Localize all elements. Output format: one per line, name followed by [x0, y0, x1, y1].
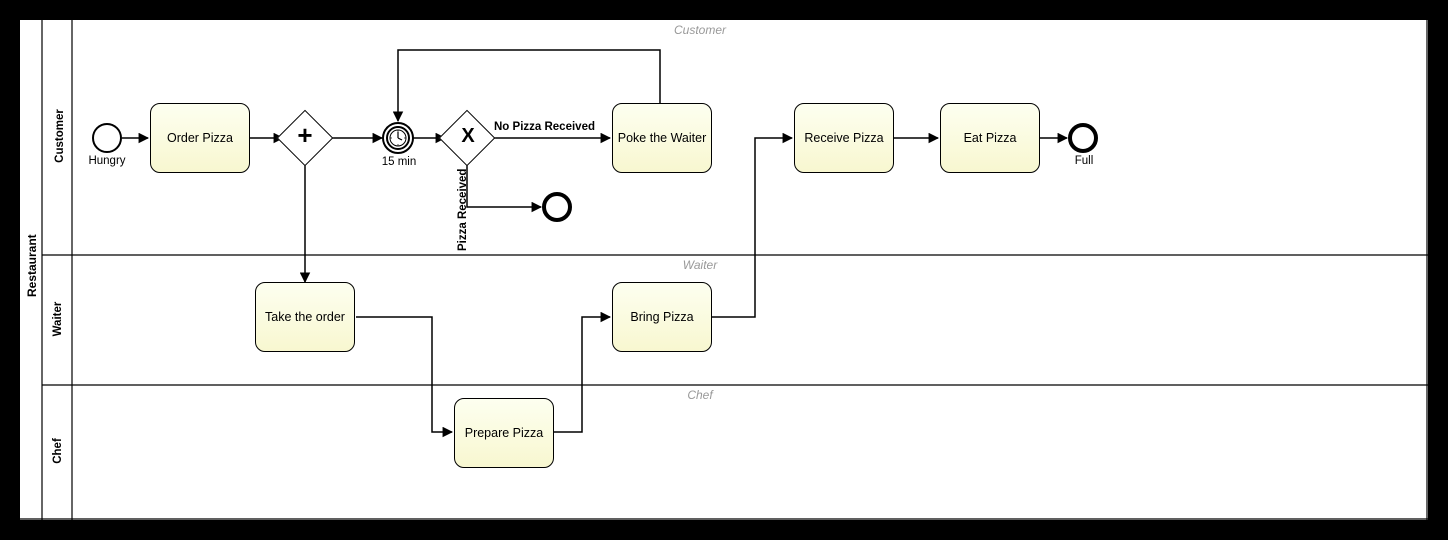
task-order-pizza[interactable]: Order Pizza: [150, 103, 250, 173]
end-event-full[interactable]: [1068, 123, 1098, 153]
task-take-order[interactable]: Take the order: [255, 282, 355, 352]
start-event-label: Hungry: [80, 155, 134, 167]
end-event-received[interactable]: [542, 192, 572, 222]
flows: [20, 20, 1428, 520]
task-label: Receive Pizza: [804, 131, 883, 145]
task-label: Bring Pizza: [630, 310, 693, 324]
task-label: Take the order: [265, 310, 345, 324]
flow-label-no-pizza: No Pizza Received: [494, 121, 612, 133]
task-prepare-pizza[interactable]: Prepare Pizza: [454, 398, 554, 468]
task-receive-pizza[interactable]: Receive Pizza: [794, 103, 894, 173]
task-poke-waiter[interactable]: Poke the Waiter: [612, 103, 712, 173]
flow-label-pizza-received: Pizza Received: [457, 161, 469, 251]
timer-event-label: 15 min: [378, 156, 420, 168]
task-label: Poke the Waiter: [618, 131, 706, 145]
task-label: Order Pizza: [167, 131, 233, 145]
end-event-full-label: Full: [1066, 155, 1102, 167]
task-bring-pizza[interactable]: Bring Pizza: [612, 282, 712, 352]
start-event-hungry[interactable]: [92, 123, 122, 153]
task-label: Eat Pizza: [964, 131, 1017, 145]
task-eat-pizza[interactable]: Eat Pizza: [940, 103, 1040, 173]
clock-icon: [389, 129, 407, 147]
diagram-canvas: Restaurant Customer Waiter Chef Customer…: [0, 0, 1448, 540]
whiteboard: Restaurant Customer Waiter Chef Customer…: [20, 20, 1428, 520]
task-label: Prepare Pizza: [465, 426, 544, 440]
